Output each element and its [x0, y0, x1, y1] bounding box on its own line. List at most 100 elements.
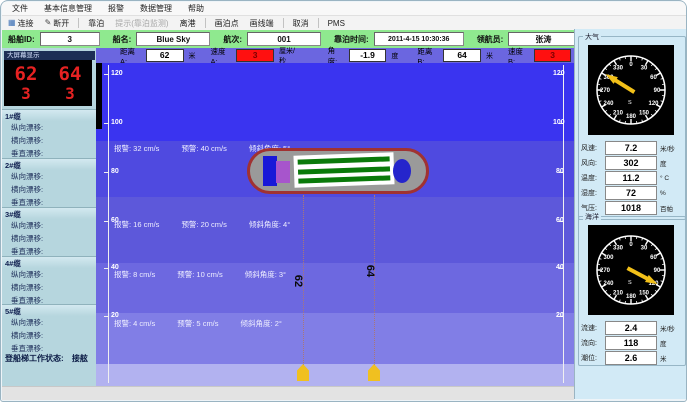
sidebar: 大屏幕显示 62 64 3 3 1#缆 纵向漂移: 横向漂移: 垂直漂移: 2#…: [2, 48, 97, 386]
voyage-label: 航次:: [223, 34, 242, 45]
gangway-status: 登船梯工作状态: 接舷: [5, 353, 88, 364]
wind-speed-value: 7.2: [605, 141, 657, 155]
temperature-unit: ° C: [660, 175, 669, 182]
sensor-line-b-distance: 64: [364, 265, 376, 277]
berth-time-label: 靠泊时间:: [334, 34, 369, 45]
wind-speed-row: 风速: 7.2 米/秒: [581, 141, 683, 155]
svg-text:150: 150: [639, 111, 650, 117]
svg-text:300: 300: [603, 255, 614, 261]
svg-text:150: 150: [639, 291, 650, 297]
svg-text:180: 180: [626, 294, 637, 300]
wind-compass-gauge: 0306090120150180210240270300330S: [588, 45, 674, 135]
led-panel-title: 大屏幕显示: [4, 51, 95, 60]
led-distance-row: 62 64: [4, 64, 92, 85]
alert-line-4deg: 报警: 16 cm/s 预警: 20 cm/s 倾斜角度: 4°: [114, 219, 290, 230]
wind-direction-row: 风向: 302 度: [581, 156, 683, 170]
longitudinal-drift-label: 纵向漂移:: [2, 268, 96, 281]
alert-line-3deg: 报警: 8 cm/s 预警: 10 cm/s 倾斜角度: 3°: [114, 269, 286, 280]
environment-panel: 大气 0306090120150180210240270300330S 风速: …: [574, 29, 687, 399]
toolbar-disconnect-button[interactable]: ✎ 断开: [43, 18, 72, 29]
menu-data-mgmt[interactable]: 数据管理: [140, 3, 172, 14]
current-direction-value: 118: [605, 336, 657, 350]
ship-id-label: 船舶ID:: [8, 34, 35, 45]
axis-tick: [104, 316, 109, 317]
ocean-group: 海洋 0306090120150180210240270300330S 流速: …: [578, 216, 686, 366]
tide-level-label: 潮位:: [581, 353, 605, 363]
toolbar-connect-label: 连接: [18, 18, 34, 29]
toolbar-draw-berth-point-button[interactable]: 画泊点: [213, 18, 241, 29]
berthing-chart: 120 100 80 60 40 20 120 100 80 60 40 20 …: [96, 63, 574, 386]
axis-label-left: 80: [111, 168, 119, 175]
svg-text:210: 210: [613, 291, 624, 297]
svg-text:30: 30: [641, 246, 648, 252]
gangway-status-value: 接舷: [72, 354, 88, 363]
ship-id-field[interactable]: 3: [40, 32, 100, 46]
toolbar-cancel-button[interactable]: 取消: [291, 18, 311, 29]
toolbar-disconnect-label: 断开: [53, 18, 69, 29]
svg-text:270: 270: [600, 268, 611, 274]
svg-text:330: 330: [613, 66, 624, 72]
sensor-line-a-distance: 62: [292, 275, 304, 287]
gangway-status-label: 登船梯工作状态:: [5, 354, 64, 363]
svg-text:180: 180: [626, 114, 637, 120]
menu-alarm[interactable]: 报警: [108, 3, 124, 14]
wind-speed-unit: 米/秒: [660, 143, 675, 153]
menu-basic-info[interactable]: 基本信息管理: [44, 3, 92, 14]
berthing-monitor-window: 文件 基本信息管理 报警 数据管理 帮助 ▦ 连接 ✎ 断开 靠泊 提示(靠泊监…: [0, 0, 687, 402]
distance-a-unit: 米: [189, 51, 196, 61]
svg-text:240: 240: [603, 281, 614, 287]
measurement-bar: 距离A: 62 米 速度A: 3 厘米/秒 角度: -1.9 度 距离B: 64…: [96, 48, 598, 63]
toolbar-berth-monitor-hint-button[interactable]: 提示(靠泊监测): [113, 18, 170, 29]
berth-time-field[interactable]: 2011-4-15 10:30:36: [374, 32, 464, 46]
axis-label-right: 40: [556, 264, 564, 271]
atmosphere-group: 大气 0306090120150180210240270300330S 风速: …: [578, 36, 686, 220]
warn-threshold: 预警: 10 cm/s: [177, 269, 222, 280]
warn-threshold: 预警: 20 cm/s: [181, 219, 226, 230]
axis-tick: [104, 123, 109, 124]
toolbar-draw-line-end-button[interactable]: 画线端: [248, 18, 276, 29]
toolbar-depart-button[interactable]: 离港: [178, 18, 198, 29]
voyage-field[interactable]: 001: [247, 32, 321, 46]
lateral-drift-label: 横向漂移:: [2, 232, 96, 245]
sensor-line-b: [374, 195, 375, 365]
axis-tick: [104, 268, 109, 269]
current-speed-unit: 米/秒: [660, 323, 675, 333]
svg-text:60: 60: [650, 255, 657, 261]
toolbar-berth-button[interactable]: 靠泊: [86, 18, 106, 29]
lateral-drift-label: 横向漂移:: [2, 281, 96, 294]
pilot-field[interactable]: 张涛: [508, 32, 578, 46]
temperature-row: 温度: 11.2 ° C: [581, 171, 683, 185]
atmosphere-group-title: 大气: [583, 32, 601, 42]
toolbar-connect-button[interactable]: ▦ 连接: [6, 18, 36, 29]
temperature-label: 温度:: [581, 173, 605, 183]
menu-file[interactable]: 文件: [12, 3, 28, 14]
chart-band-1: [96, 63, 574, 141]
axis-tick: [104, 221, 109, 222]
ship-name-field[interactable]: Blue Sky: [136, 32, 210, 46]
longitudinal-drift-label: 纵向漂移:: [2, 121, 96, 134]
axis-label-right: 60: [556, 217, 564, 224]
speed-a-value: 3: [236, 49, 274, 62]
toolbar-separator: [78, 18, 79, 28]
svg-text:S: S: [628, 280, 632, 286]
toolbar-separator: [318, 18, 319, 28]
cargo-stripe: [298, 166, 390, 174]
warn-threshold: 预警: 40 cm/s: [181, 143, 226, 154]
ship-bow-tank: [393, 159, 411, 183]
ship-superstructure: [263, 156, 277, 186]
svg-text:90: 90: [654, 268, 661, 274]
menu-help[interactable]: 帮助: [188, 3, 204, 14]
ship-shape[interactable]: [247, 148, 429, 194]
humidity-row: 湿度: 72 %: [581, 186, 683, 200]
tide-level-value: 2.6: [605, 351, 657, 365]
svg-text:30: 30: [641, 66, 648, 72]
axis-label-left: 120: [111, 70, 123, 77]
toolbar-pms-button[interactable]: PMS: [326, 19, 347, 28]
tide-level-unit: 米: [660, 353, 667, 363]
quay-edge: [96, 63, 102, 129]
ship-deckhouse: [276, 161, 290, 183]
svg-text:330: 330: [613, 246, 624, 252]
led-speed-a: 3: [21, 85, 31, 103]
lateral-drift-label: 横向漂移:: [2, 183, 96, 196]
connect-icon: ▦: [8, 19, 16, 27]
